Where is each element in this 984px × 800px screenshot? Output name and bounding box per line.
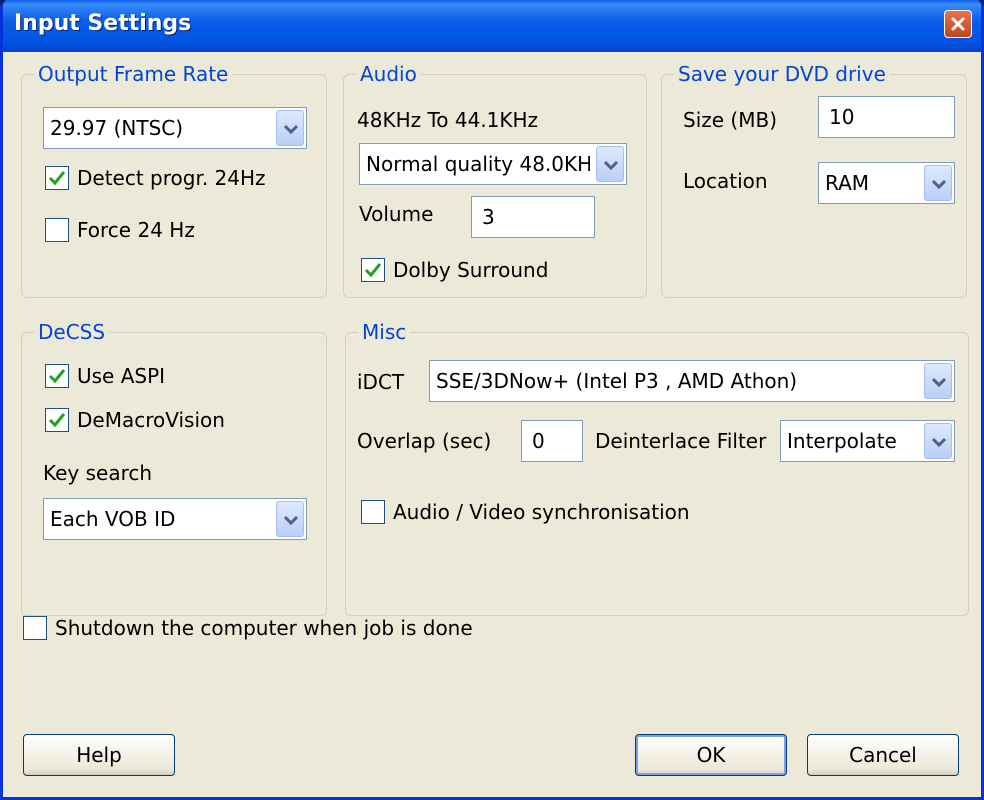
key-search-value: Each VOB ID [50, 507, 176, 531]
use-aspi-checkbox[interactable] [45, 364, 69, 388]
av-sync-checkbox[interactable] [361, 500, 385, 524]
overlap-value: 0 [532, 429, 545, 453]
volume-input[interactable]: 3 [471, 196, 595, 238]
checkmark-icon [48, 413, 66, 428]
deinterlace-label: Deinterlace Filter [595, 429, 767, 453]
size-input[interactable]: 10 [818, 96, 955, 138]
key-search-dropdown-button[interactable] [276, 501, 304, 537]
overlap-input[interactable]: 0 [521, 420, 583, 462]
title-bar[interactable]: Input Settings [3, 0, 981, 52]
chevron-down-icon [284, 124, 298, 134]
idct-value: SSE/3DNow+ (Intel P3 , AMD Athon) [436, 369, 798, 393]
demacrovision-checkbox[interactable] [45, 408, 69, 432]
force-24hz-checkbox[interactable] [45, 218, 69, 242]
volume-label: Volume [359, 202, 434, 226]
location-select[interactable]: RAM [818, 162, 955, 204]
size-label: Size (MB) [683, 108, 777, 132]
location-value: RAM [825, 171, 870, 195]
checkmark-icon [364, 263, 382, 278]
close-icon [951, 17, 965, 31]
cancel-button[interactable]: Cancel [807, 734, 959, 776]
dialog-body: Output Frame Rate 29.97 (NTSC) Detect pr… [3, 52, 981, 797]
location-dropdown-button[interactable] [924, 165, 952, 201]
frame-rate-dropdown-button[interactable] [276, 110, 304, 146]
misc-legend: Misc [358, 320, 411, 344]
dolby-surround-label[interactable]: Dolby Surround [393, 258, 548, 282]
audio-conversion-label: 48KHz To 44.1KHz [357, 108, 539, 132]
chevron-down-icon [932, 437, 946, 447]
decss-legend: DeCSS [34, 320, 110, 344]
chevron-down-icon [932, 179, 946, 189]
ok-button[interactable]: OK [635, 734, 787, 776]
use-aspi-label[interactable]: Use ASPI [77, 364, 165, 388]
dolby-surround-checkbox[interactable] [361, 258, 385, 282]
key-search-select[interactable]: Each VOB ID [43, 498, 307, 540]
deinterlace-select[interactable]: Interpolate [780, 420, 955, 462]
volume-value: 3 [482, 205, 495, 229]
dvd-drive-legend: Save your DVD drive [674, 62, 890, 86]
help-button[interactable]: Help [23, 734, 175, 776]
shutdown-label[interactable]: Shutdown the computer when job is done [55, 616, 473, 640]
window-title: Input Settings [14, 11, 192, 36]
frame-rate-select[interactable]: 29.97 (NTSC) [43, 107, 307, 149]
checkmark-icon [48, 171, 66, 186]
idct-label: iDCT [357, 370, 405, 394]
input-settings-dialog: Input Settings Output Frame Rate 29.97 (… [0, 0, 984, 800]
audio-quality-dropdown-button[interactable] [596, 146, 624, 182]
chevron-down-icon [932, 377, 946, 387]
idct-dropdown-button[interactable] [924, 363, 952, 399]
close-button[interactable] [944, 10, 972, 38]
deinterlace-dropdown-button[interactable] [924, 423, 952, 459]
audio-quality-value: Normal quality 48.0KHz [366, 152, 590, 176]
audio-quality-select[interactable]: Normal quality 48.0KHz [359, 143, 627, 185]
deinterlace-value: Interpolate [787, 429, 897, 453]
detect-24hz-checkbox[interactable] [45, 166, 69, 190]
key-search-label: Key search [43, 461, 153, 485]
detect-24hz-label[interactable]: Detect progr. 24Hz [77, 166, 266, 190]
shutdown-checkbox[interactable] [23, 616, 47, 640]
av-sync-label[interactable]: Audio / Video synchronisation [393, 500, 690, 524]
checkmark-icon [48, 369, 66, 384]
audio-legend: Audio [356, 62, 421, 86]
location-label: Location [683, 169, 768, 193]
size-value: 10 [829, 105, 855, 129]
force-24hz-label[interactable]: Force 24 Hz [77, 218, 195, 242]
output-frame-rate-legend: Output Frame Rate [34, 62, 233, 86]
idct-select[interactable]: SSE/3DNow+ (Intel P3 , AMD Athon) [429, 360, 955, 402]
frame-rate-value: 29.97 (NTSC) [50, 116, 184, 140]
chevron-down-icon [604, 160, 618, 170]
chevron-down-icon [284, 515, 298, 525]
demacrovision-label[interactable]: DeMacroVision [77, 408, 225, 432]
overlap-label: Overlap (sec) [357, 429, 492, 453]
